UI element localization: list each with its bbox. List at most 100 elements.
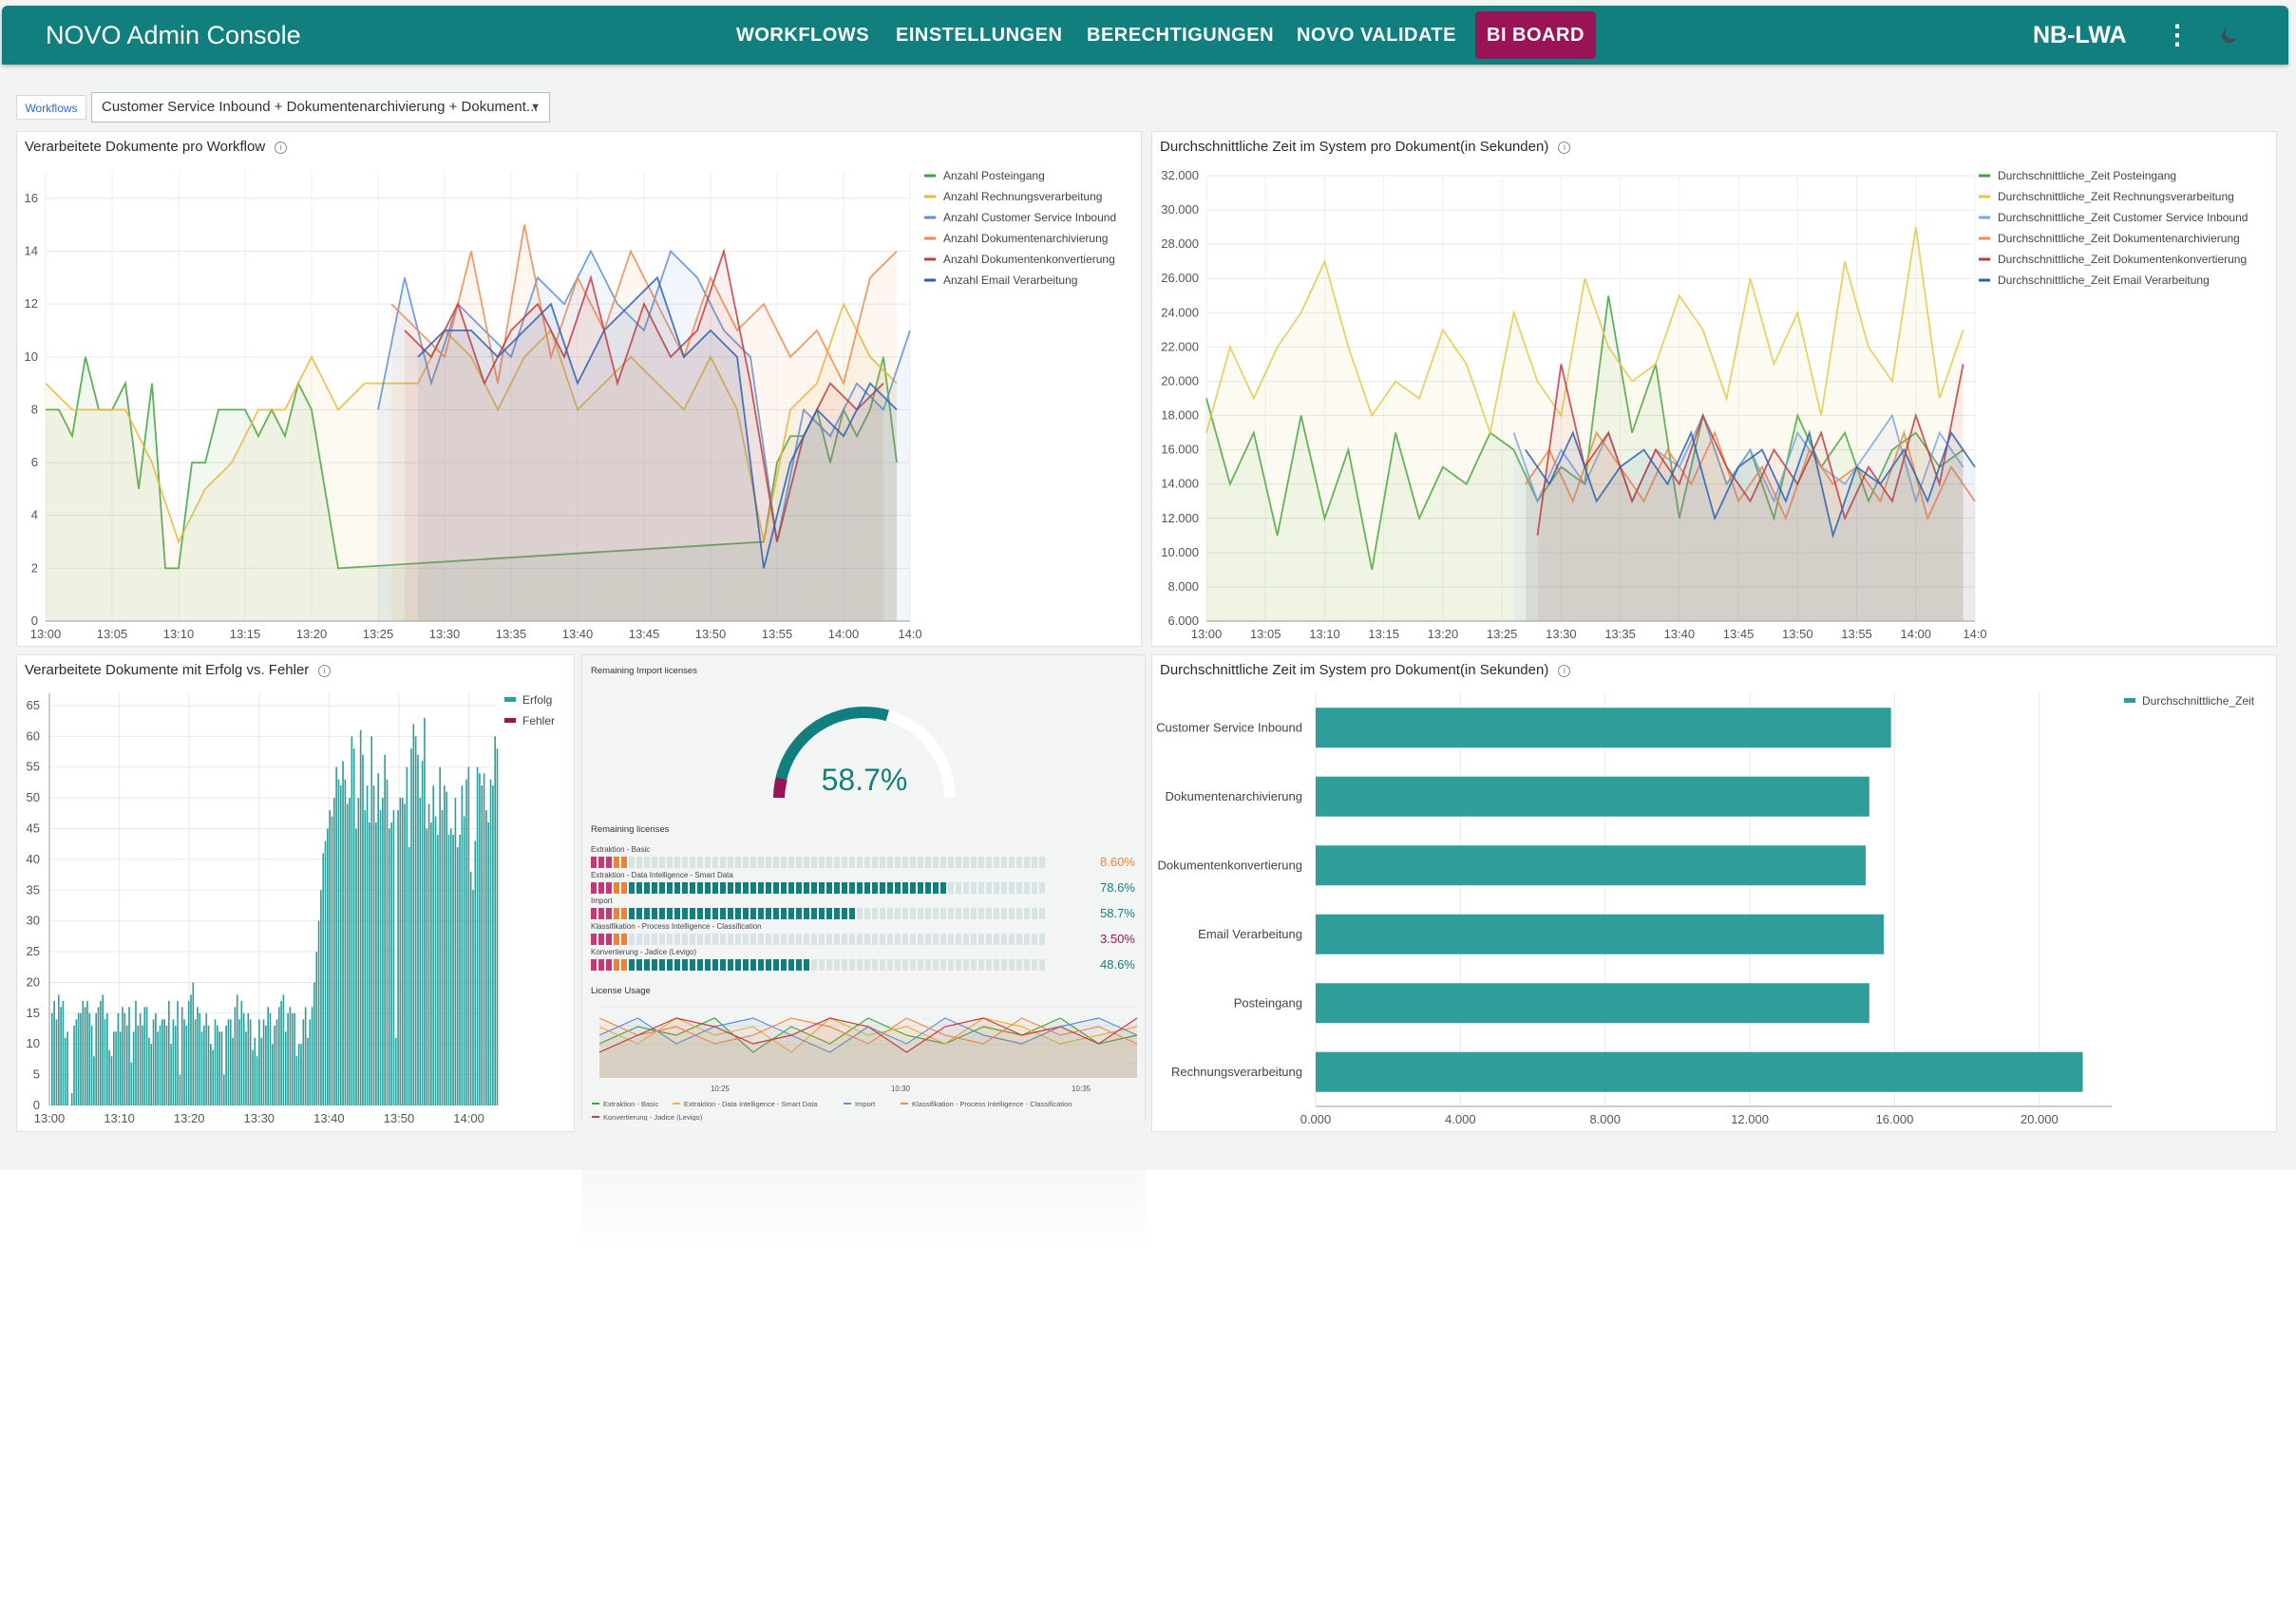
bar <box>1316 845 1866 886</box>
license-name: Extraktion - Basic <box>591 845 651 854</box>
bar-erfolg <box>370 736 373 1105</box>
y-tick-label: 15 <box>27 1006 40 1020</box>
bar-erfolg <box>311 1007 313 1105</box>
usage-legend-label: Import <box>855 1100 876 1108</box>
workflow-filter-select[interactable]: Customer Service Inbound + Dokumentenarc… <box>91 92 550 123</box>
y-tick-label: 10.000 <box>1161 545 1199 559</box>
bar-erfolg <box>86 1000 88 1105</box>
bar-erfolg <box>476 766 479 1105</box>
bar-erfolg <box>461 785 464 1105</box>
bar-erfolg <box>258 1019 260 1105</box>
bar-erfolg <box>439 766 441 1105</box>
bar-erfolg <box>218 1031 220 1105</box>
bar-erfolg <box>494 736 496 1105</box>
bar-erfolg <box>410 748 412 1105</box>
bar-erfolg <box>132 1031 135 1105</box>
y-tick-label: 30.000 <box>1161 202 1199 217</box>
y-tick-label: 0 <box>31 614 38 628</box>
bar-erfolg <box>125 1025 128 1105</box>
bar-erfolg <box>64 1037 66 1105</box>
bar-erfolg <box>217 1025 218 1105</box>
x-tick-label: 13:05 <box>1250 627 1281 641</box>
y-tick-label: 12.000 <box>1161 511 1199 525</box>
bar-erfolg <box>382 798 384 1105</box>
nav-workflows[interactable]: WORKFLOWS <box>736 6 869 65</box>
license-percent: 8.60% <box>1100 855 1135 869</box>
y-tick-label: 40 <box>27 852 40 866</box>
nav-berechtigungen[interactable]: BERECHTIGUNGEN <box>1087 6 1274 65</box>
usage-legend-label: Extraktion - Basic <box>603 1100 659 1108</box>
nav-bi-board[interactable]: BI BOARD <box>1475 11 1596 59</box>
nav-novo-validate[interactable]: NOVO VALIDATE <box>1297 6 1456 65</box>
bar-erfolg <box>200 1031 203 1105</box>
moon-icon[interactable] <box>2219 25 2240 46</box>
user-name[interactable]: NB-LWA <box>2033 6 2127 65</box>
bar-erfolg <box>459 834 461 1105</box>
bar-erfolg <box>394 1037 397 1105</box>
category-label: Dokumentenarchivierung <box>1165 789 1302 803</box>
legend-label: Durchschnittliche_Zeit Dokumentenkonvert… <box>1998 253 2247 266</box>
bar-erfolg <box>57 994 60 1105</box>
bar-erfolg <box>406 766 408 1105</box>
bar-erfolg <box>260 1037 263 1105</box>
bar-erfolg <box>332 798 335 1105</box>
y-tick-label: 20 <box>27 974 40 989</box>
bar-erfolg <box>441 810 444 1105</box>
x-tick-label: 20.000 <box>2021 1112 2059 1126</box>
panel-avg-time-line: Durchschnittliche Zeit im System pro Dok… <box>1151 131 2277 647</box>
bar-erfolg <box>272 1044 274 1105</box>
legend-label: Fehler <box>522 714 555 727</box>
bar-erfolg <box>291 1012 294 1105</box>
y-tick-label: 25 <box>27 944 40 958</box>
x-tick-label: 14:0 <box>898 627 921 641</box>
x-tick-label: 13:10 <box>163 627 195 641</box>
bar-erfolg <box>88 1012 91 1105</box>
y-tick-label: 28.000 <box>1161 236 1199 251</box>
bar-erfolg <box>452 834 454 1105</box>
bar-erfolg <box>192 982 195 1105</box>
bar-erfolg <box>313 982 315 1105</box>
license-usage-chart: 10:25 10:30 10:35 Extraktion - Basic Extrakt… <box>592 1006 1138 1122</box>
category-label: Dokumentenkonvertierung <box>1158 858 1302 872</box>
bar-erfolg <box>346 803 349 1105</box>
bar-erfolg <box>252 1049 254 1105</box>
bar-erfolg <box>315 952 318 1105</box>
license-bar <box>591 881 1051 894</box>
bar-erfolg <box>183 1019 185 1105</box>
bar-erfolg <box>384 754 386 1105</box>
y-tick-label: 26.000 <box>1161 271 1199 285</box>
x-tick-label: 13:00 <box>34 1111 66 1125</box>
bar-erfolg <box>119 1031 122 1105</box>
y-tick-label: 8.000 <box>1167 579 1199 594</box>
bar-erfolg <box>295 1056 298 1105</box>
bar-erfolg <box>143 1007 146 1105</box>
bar-erfolg <box>157 1031 159 1105</box>
bar-erfolg <box>123 1012 126 1105</box>
bar-erfolg <box>309 1019 312 1105</box>
import-license-gauge: 58.7% <box>773 707 956 799</box>
bar-erfolg <box>117 1012 120 1105</box>
legend-label: Anzahl Rechnungsverarbeitung <box>943 190 1102 203</box>
x-tick-label: 13:50 <box>1782 627 1813 641</box>
bar-erfolg <box>93 1056 95 1105</box>
x-tick-label: 16.000 <box>1876 1112 1914 1126</box>
bar-erfolg <box>359 729 362 1105</box>
bar-erfolg <box>165 1025 168 1105</box>
nav-einstellungen[interactable]: EINSTELLUNGEN <box>896 6 1062 65</box>
bar-erfolg <box>401 798 404 1105</box>
bar-erfolg <box>267 1007 270 1105</box>
license-name: Klassifikation - Process Intelligence - … <box>591 922 762 931</box>
kebab-menu-icon[interactable]: ⋮ <box>2164 6 2191 65</box>
bar <box>1316 983 1869 1024</box>
bar-erfolg <box>437 834 439 1105</box>
bar-erfolg <box>454 798 457 1105</box>
bar-erfolg <box>379 810 382 1105</box>
bar-erfolg <box>399 798 402 1105</box>
bar-erfolg <box>199 1012 201 1105</box>
bar-erfolg <box>137 1025 140 1105</box>
bar-erfolg <box>254 1037 256 1105</box>
x-tick-label: 13:45 <box>629 627 660 641</box>
y-tick-label: 2 <box>31 560 38 575</box>
legend-label: Erfolg <box>522 693 552 707</box>
legend-swatch <box>504 718 516 723</box>
